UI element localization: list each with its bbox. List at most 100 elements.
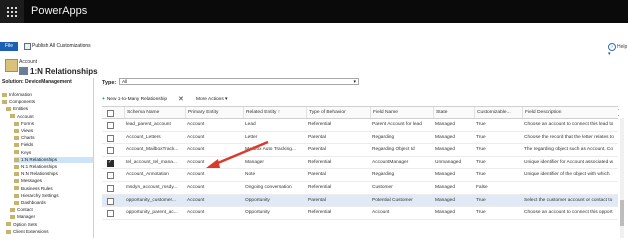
folder-icon <box>14 171 19 176</box>
row-checkbox[interactable] <box>107 210 114 218</box>
table-cell: Unique identifier for Account associated… <box>524 159 614 165</box>
table-row[interactable]: lead_parent_account Account Lead Referentia… <box>102 119 618 132</box>
tree-item[interactable]: Option Sets <box>6 222 93 228</box>
table-row[interactable]: Account_Letters Account Letter Parental Rega… <box>102 132 618 145</box>
tree-item-label: 1:N Relationships <box>21 156 58 162</box>
tree-item[interactable]: Hierarchy Settings <box>14 193 93 199</box>
tree-item[interactable]: Information <box>2 92 93 98</box>
column-header[interactable]: Field Name <box>370 107 433 118</box>
tree-item[interactable]: Views <box>14 128 93 134</box>
tree-item-label: Charts <box>21 135 35 141</box>
tree-item[interactable]: Charts <box>14 135 93 141</box>
tree-item[interactable]: Manager <box>10 214 93 220</box>
row-checkbox[interactable] <box>107 197 114 205</box>
table-cell: Parent Account for lead <box>372 122 422 127</box>
column-header[interactable]: Field Description <box>522 107 618 118</box>
tree-item[interactable]: Client Extensions <box>6 229 93 235</box>
type-filter-value: All <box>122 80 128 85</box>
row-checkbox[interactable] <box>107 134 114 142</box>
table-cell: Parental <box>308 197 326 203</box>
column-header[interactable]: Type of Behavior <box>306 107 370 118</box>
tree-item[interactable]: Keys <box>14 150 93 156</box>
table-cell: Account <box>187 147 205 153</box>
tree-item[interactable]: Contact <box>10 207 93 213</box>
table-cell: True <box>476 134 486 140</box>
column-header[interactable]: Primary Entity <box>185 107 243 118</box>
help-label: Help <box>617 44 628 50</box>
table-cell: Lead <box>245 122 256 127</box>
new-relationship-button[interactable]: + New 1-to-Many Relationship <box>102 95 167 104</box>
table-row[interactable]: msdyn_account_msdy... Account Ongoing conv… <box>102 182 618 195</box>
tree-item[interactable]: Dashboards <box>14 200 93 206</box>
tree-item[interactable]: Forms <box>14 121 93 127</box>
vertical-scrollbar[interactable] <box>620 118 624 238</box>
table-row[interactable]: opportunity_customer... Account Opportunit… <box>102 194 618 208</box>
app-title: PowerApps <box>31 5 88 17</box>
row-checkbox[interactable] <box>107 122 114 129</box>
table-cell: False <box>476 184 488 190</box>
tree-item[interactable]: N:N Relationships <box>14 171 93 177</box>
table-cell: Unique identifier of the object with whi… <box>524 172 610 178</box>
folder-icon <box>10 114 15 119</box>
folder-icon <box>6 222 11 227</box>
delete-icon[interactable]: ✕ <box>178 95 184 104</box>
type-filter-select[interactable]: All ▾ <box>119 78 359 85</box>
more-actions-button[interactable]: More Actions ▾ <box>196 95 227 104</box>
tree-item[interactable]: Account <box>10 114 93 120</box>
tree-item[interactable]: 1:N Relationships <box>14 156 93 163</box>
table-cell: Note <box>245 172 256 178</box>
table-row[interactable]: Account_Annotation Account Note Parental Reg… <box>102 169 618 182</box>
solution-sidebar: Solution: DeviceManagement Information Co… <box>0 78 94 238</box>
select-all-checkbox[interactable] <box>107 110 114 117</box>
column-header[interactable]: Related Entity ↑ <box>243 107 306 118</box>
table-cell: Account_Annotation <box>126 172 169 178</box>
table-cell: The regarding object such as Account, Co <box>524 147 614 153</box>
table-cell: Managed <box>435 210 456 216</box>
tree-item-label: Views <box>21 128 34 133</box>
table-cell: Choose an account to connect this opport <box>524 210 613 216</box>
table-cell: Regarding Object Id <box>372 147 415 153</box>
tree-item-label: Messages <box>21 178 42 184</box>
row-checkbox[interactable] <box>107 172 114 180</box>
table-row[interactable]: Account_MailboxTrack... Account Mailbox Au… <box>102 144 618 157</box>
type-filter-label: Type: <box>102 80 117 86</box>
tree-item[interactable]: Entities <box>6 106 93 112</box>
folder-icon <box>14 164 19 169</box>
folder-icon <box>2 92 7 97</box>
scrollbar-thumb[interactable] <box>620 200 624 226</box>
tree-item[interactable]: Business Rules <box>14 186 93 192</box>
column-header[interactable]: Customizable... <box>474 107 522 118</box>
table-cell: Unmanaged <box>435 159 462 165</box>
tree-item[interactable]: N:1 Relationships <box>14 164 93 170</box>
page-title: 1:N Relationships <box>30 67 98 76</box>
tree-item[interactable]: Components <box>2 99 93 105</box>
tree-item-label: Information <box>9 92 32 97</box>
row-checkbox[interactable] <box>107 184 114 192</box>
tree-item-label: Option Sets <box>13 221 38 227</box>
file-button[interactable]: File <box>0 42 18 51</box>
table-row[interactable]: tel_account_tel_mana...AccountManagerRef… <box>102 157 618 170</box>
publish-all-button[interactable]: Publish All Customizations <box>32 43 91 49</box>
folder-icon <box>14 143 19 148</box>
chevron-down-icon: ▾ <box>353 79 356 85</box>
column-header[interactable]: State <box>433 107 474 118</box>
table-cell: Managed <box>435 184 456 190</box>
row-checkbox[interactable] <box>107 147 114 155</box>
relationships-grid: Schema Name Primary Entity Related Entity … <box>102 106 618 220</box>
table-cell: AccountManager <box>372 159 409 165</box>
tree-item[interactable]: Fields <box>14 142 93 148</box>
table-cell: Letter <box>245 134 258 140</box>
grid-header: Schema Name Primary Entity Related Entity … <box>102 107 618 119</box>
table-cell: tel_account_tel_mana... <box>126 159 177 165</box>
app-launcher-icon[interactable] <box>0 0 24 23</box>
folder-icon <box>14 157 19 162</box>
column-header[interactable]: Schema Name <box>124 107 185 118</box>
table-row[interactable]: opportunity_parent_ac... Account Opportuni… <box>102 207 618 220</box>
help-button[interactable]: ? Help ▾ <box>608 43 628 57</box>
tree-item-label: Fields <box>21 142 34 148</box>
tree-item[interactable]: Messages <box>14 178 93 184</box>
table-cell: Regarding <box>372 134 395 140</box>
row-checkbox[interactable] <box>107 159 114 167</box>
table-cell: Mailbox Auto Tracking... <box>245 147 296 153</box>
plus-icon: + <box>102 97 105 102</box>
